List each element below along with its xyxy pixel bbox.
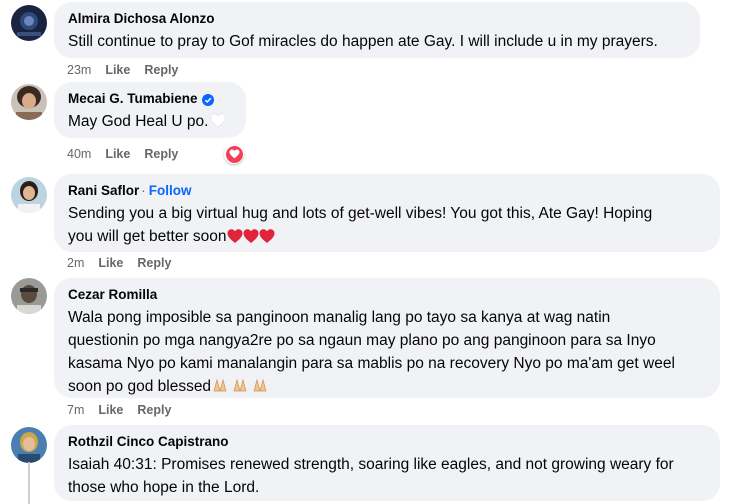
comment-bubble: Almira Dichosa Alonzo Still continue to … bbox=[54, 2, 700, 58]
comment-actions: 23m Like Reply bbox=[67, 62, 178, 78]
reply-button[interactable]: Reply bbox=[137, 255, 171, 271]
comment-bubble: Cezar Romilla Wala pong imposible sa pan… bbox=[54, 278, 720, 398]
like-button[interactable]: Like bbox=[98, 402, 123, 418]
red-heart-emoji bbox=[227, 228, 275, 251]
avatar[interactable] bbox=[11, 177, 47, 213]
like-button[interactable]: Like bbox=[105, 62, 130, 78]
reply-button[interactable]: Reply bbox=[137, 402, 171, 418]
avatar[interactable] bbox=[11, 278, 47, 314]
comment-author[interactable]: Rothzil Cinco Capistrano bbox=[68, 433, 229, 451]
comment-actions: 2m Like Reply bbox=[67, 255, 171, 271]
comment-author[interactable]: Cezar Romilla bbox=[68, 286, 157, 304]
comment-timestamp[interactable]: 7m bbox=[67, 402, 84, 418]
comment-timestamp[interactable]: 23m bbox=[67, 62, 91, 78]
comment-text: May God Heal U po. bbox=[68, 110, 232, 135]
separator-dot: · bbox=[141, 183, 146, 198]
follow-button[interactable]: Follow bbox=[149, 182, 192, 200]
love-reaction-icon[interactable] bbox=[224, 144, 244, 164]
comment-text: Still continue to pray to Gof miracles d… bbox=[68, 33, 658, 50]
comment-text: Isaiah 40:31: Promises renewed strength,… bbox=[68, 456, 674, 496]
comment-bubble: Mecai G. Tumabiene May God Heal U po. bbox=[54, 82, 246, 138]
like-button[interactable]: Like bbox=[105, 146, 130, 162]
comment-text: Sending you a big virtual hug and lots o… bbox=[68, 202, 706, 251]
comment-actions: 40m Like Reply bbox=[67, 146, 178, 162]
reply-thread-line bbox=[28, 462, 30, 504]
avatar[interactable] bbox=[11, 5, 47, 41]
avatar[interactable] bbox=[11, 427, 47, 463]
reply-button[interactable]: Reply bbox=[144, 146, 178, 162]
comment-bubble: Rothzil Cinco Capistrano Isaiah 40:31: P… bbox=[54, 425, 720, 501]
reply-button[interactable]: Reply bbox=[144, 62, 178, 78]
avatar[interactable] bbox=[11, 84, 47, 120]
comment-timestamp[interactable]: 40m bbox=[67, 146, 91, 162]
comment-actions: 7m Like Reply bbox=[67, 402, 171, 418]
comment-bubble: Rani Saflor · Follow Sending you a big v… bbox=[54, 174, 720, 252]
comment-author[interactable]: Mecai G. Tumabiene bbox=[68, 90, 198, 108]
folded-hands-emoji bbox=[211, 378, 271, 401]
comment-timestamp[interactable]: 2m bbox=[67, 255, 84, 271]
verified-badge-icon bbox=[201, 93, 214, 106]
white-heart-emoji bbox=[210, 112, 227, 135]
comment-author[interactable]: Almira Dichosa Alonzo bbox=[68, 10, 215, 28]
comment-author[interactable]: Rani Saflor bbox=[68, 182, 139, 200]
like-button[interactable]: Like bbox=[98, 255, 123, 271]
comment-text: Wala pong imposible sa panginoon manalig… bbox=[68, 306, 706, 401]
